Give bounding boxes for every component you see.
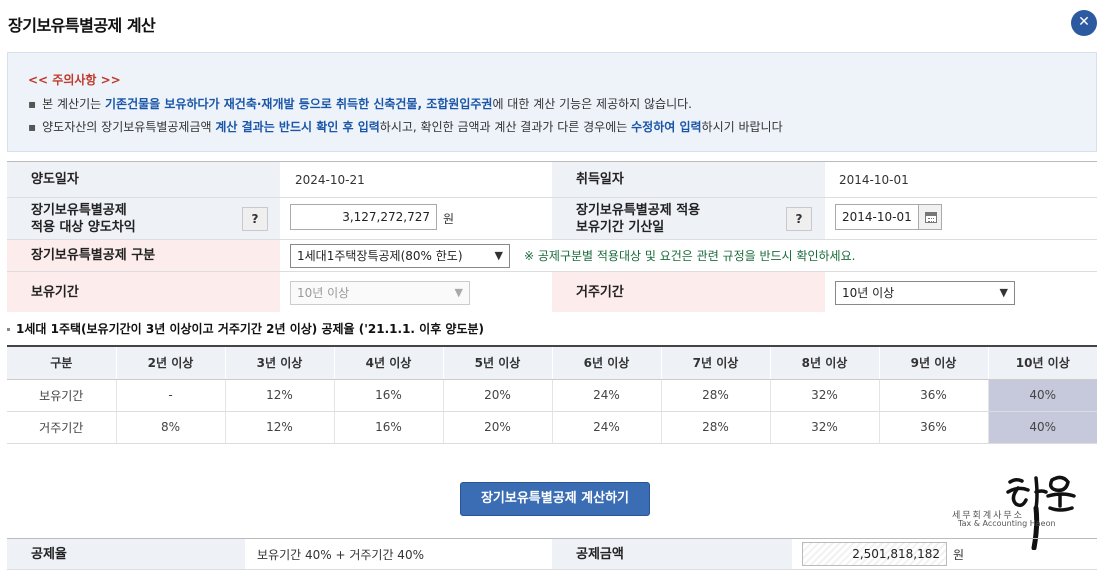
amount-unit: 원 [953,547,965,562]
logo-subtitle-en: Tax & Accounting Haeon [958,519,1056,528]
gain-label: 장기보유특별공제 적용 대상 양도차익 [7,198,280,239]
type-row: 장기보유특별공제 구분 1세대1주택장특공제(80% 한도) ▼ ※ 공제구분별… [7,240,1097,272]
title-bar: 장기보유특별공제 계산 ✕ [0,0,1107,44]
table-row: 보유기간 - 12% 16% 20% 24% 28% 32% 36% 40% [7,379,1097,412]
column-header: 4년 이상 [334,346,444,380]
notice-line-2: ▪ 양도자산의 장기보유특별공제금액 계산 결과는 반드시 확인 후 입력하시고,… [28,118,783,135]
period-row: 보유기간 10년 이상 ▼ 거주기간 10년 이상 ▼ [7,272,1097,312]
calculate-button[interactable]: 장기보유특별공제 계산하기 [460,482,650,516]
deduction-rate-label: 공제율 [7,539,245,569]
table-cell: 24% [552,379,662,412]
notice-text: 하시기 바랍니다 [701,120,783,134]
table-cell: 20% [443,411,553,444]
column-header: 7년 이상 [661,346,771,380]
table-row: 거주기간 8% 12% 16% 20% 24% 28% 32% 36% 40% [7,411,1097,444]
chevron-down-icon: ▼ [999,286,1008,299]
notice-title: << 주의사항 >> [28,73,121,87]
gain-input[interactable]: 3,127,272,727 [290,204,437,230]
close-icon: ✕ [1078,14,1090,30]
chevron-down-icon: ▼ [494,249,503,262]
period-start-input[interactable]: 2014-10-01 [835,204,919,230]
table-cell: 8% [116,411,226,444]
table-cell: 20% [443,379,553,412]
column-header: 구분 [7,346,117,380]
deduction-rate-value: 보유기간 40% + 거주기간 40% [257,547,424,562]
column-header: 2년 이상 [116,346,226,380]
dates-row: 양도일자 2024-10-21 취득일자 2014-10-01 [7,162,1097,198]
type-note: ※ 공제구분별 적용대상 및 요건은 관련 규정을 반드시 확인하세요. [524,249,856,263]
bullet-icon: ▪ [28,120,37,134]
column-header: 3년 이상 [225,346,335,380]
transfer-date-label: 양도일자 [7,162,280,197]
calendar-icon [925,212,937,223]
table-cell: 12% [225,411,335,444]
table-cell: 24% [552,411,662,444]
column-header: 9년 이상 [879,346,989,380]
holding-selected-value: 10년 이상 [297,286,350,300]
column-header: 6년 이상 [552,346,662,380]
rate-table-heading: 1세대 1주택(보유기간이 3년 이상이고 거주기간 2년 이상) 공제율 ('… [7,320,484,337]
column-header: 10년 이상 [988,346,1097,380]
table-cell: 32% [770,379,880,412]
bullet-icon [7,328,10,331]
table-cell: 12% [225,379,335,412]
residence-selected-value: 10년 이상 [842,286,895,300]
input-form: 양도일자 2024-10-21 취득일자 2014-10-01 장기보유특별공제… [7,161,1097,312]
acquisition-date-label: 취득일자 [552,162,825,197]
notice-highlight: 수정하여 입력 [631,120,702,134]
table-cell: 36% [879,411,989,444]
gain-help-button[interactable]: ? [242,207,268,231]
period-start-help-button[interactable]: ? [786,207,812,231]
notice-highlight: 계산 결과는 반드시 확인 후 입력 [215,120,380,134]
gain-unit: 원 [443,212,455,226]
rate-table: 구분 2년 이상 3년 이상 4년 이상 5년 이상 6년 이상 7년 이상 8… [7,345,1097,444]
deduction-amount-field: 2,501,818,182 [802,542,947,566]
calendar-button[interactable] [918,204,942,230]
acquisition-date-value: 2014-10-01 [839,172,909,187]
table-cell: - [116,379,226,412]
table-cell: 32% [770,411,880,444]
bullet-icon: ▪ [28,97,37,111]
table-cell: 28% [661,379,771,412]
table-cell-highlighted: 40% [988,411,1097,444]
gain-row: 장기보유특별공제 적용 대상 양도차익 ? 3,127,272,727 원 장기… [7,198,1097,240]
type-select[interactable]: 1세대1주택장특공제(80% 한도) ▼ [290,244,510,268]
column-header: 5년 이상 [443,346,553,380]
residence-select[interactable]: 10년 이상 ▼ [835,281,1015,305]
table-cell: 16% [334,379,444,412]
table-cell: 36% [879,379,989,412]
row-header: 거주기간 [7,411,117,444]
table-header-row: 구분 2년 이상 3년 이상 4년 이상 5년 이상 6년 이상 7년 이상 8… [7,346,1097,380]
table-cell-highlighted: 40% [988,379,1097,412]
type-selected-value: 1세대1주택장특공제(80% 한도) [297,249,463,263]
notice-line-1: ▪ 본 계산기는 기존건물을 보유하다가 재건축·재개발 등으로 취득한 신축건물… [28,95,692,112]
result-row: 공제율 보유기간 40% + 거주기간 40% 공제금액 2,501,818,1… [7,538,1097,570]
notice-text: 에 대한 계산 기능은 제공하지 않습니다. [492,97,692,111]
notice-text: 본 계산기는 [42,97,105,111]
notice-highlight: 기존건물을 보유하다가 재건축·재개발 등으로 취득한 신축건물, 조합원입주권 [104,97,493,111]
chevron-down-icon: ▼ [454,286,463,299]
rate-heading-text: 1세대 1주택(보유기간이 3년 이상이고 거주기간 2년 이상) 공제율 ('… [16,322,485,336]
notice-text: 하시고, 확인한 금액과 계산 결과가 다른 경우에는 [379,120,632,134]
close-button[interactable]: ✕ [1071,10,1097,36]
notice-box: << 주의사항 >> ▪ 본 계산기는 기존건물을 보유하다가 재건축·재개발 등… [7,52,1097,152]
column-header: 8년 이상 [770,346,880,380]
period-start-label: 장기보유특별공제 적용 보유기간 기산일 [552,198,825,239]
residence-label: 거주기간 [552,272,825,312]
table-cell: 16% [334,411,444,444]
holding-label: 보유기간 [7,272,280,312]
holding-select[interactable]: 10년 이상 ▼ [290,281,470,305]
transfer-date-value: 2024-10-21 [295,172,365,187]
page-title: 장기보유특별공제 계산 [8,16,156,35]
deduction-amount-label: 공제금액 [552,539,792,569]
type-label: 장기보유특별공제 구분 [7,240,280,271]
notice-text: 양도자산의 장기보유특별공제금액 [42,120,216,134]
row-header: 보유기간 [7,379,117,412]
table-cell: 28% [661,411,771,444]
